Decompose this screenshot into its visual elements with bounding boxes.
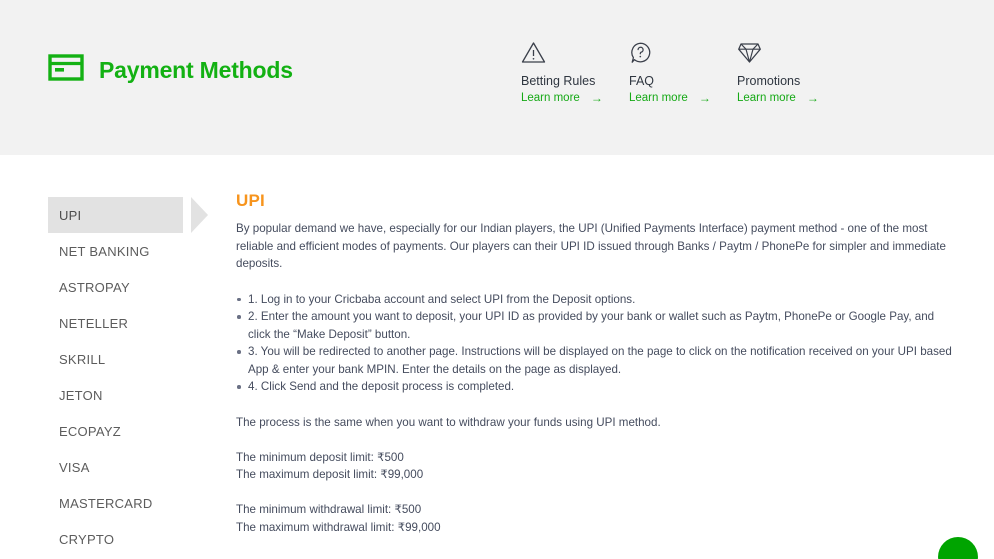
- payment-methods-sidebar: UPI NET BANKING ASTROPAY NETELLER SKRILL JETO…: [48, 197, 183, 557]
- sidebar-item-label: MASTERCARD: [59, 495, 153, 511]
- sidebar-item-label: ASTROPAY: [59, 279, 130, 295]
- page-title: Payment Methods: [99, 56, 293, 83]
- arrow-right-icon: →: [590, 91, 603, 105]
- sidebar-item-skrill[interactable]: SKRILL: [48, 341, 183, 377]
- content-title: UPI: [236, 191, 265, 210]
- limit-line: The maximum deposit limit: ₹99,000: [236, 468, 424, 481]
- learn-more-text: Learn more: [737, 92, 796, 104]
- learn-more-text: Learn more: [521, 92, 580, 104]
- withdrawal-limits-block: The minimum withdrawal limit: ₹500 The ma…: [236, 501, 958, 536]
- sidebar-item-label: UPI: [59, 207, 82, 223]
- learn-more-link[interactable]: Learn more →: [737, 92, 857, 104]
- sidebar-item-mastercard[interactable]: MASTERCARD: [48, 485, 183, 521]
- learn-more-link[interactable]: Learn more →: [629, 92, 737, 104]
- sidebar-item-upi[interactable]: UPI: [48, 197, 183, 233]
- learn-more-text: Learn more: [629, 92, 688, 104]
- withdraw-note: The process is the same when you want to…: [236, 415, 661, 429]
- page-body: UPI NET BANKING ASTROPAY NETELLER SKRILL JETO…: [0, 155, 994, 559]
- sidebar-item-jeton[interactable]: JETON: [48, 377, 183, 413]
- credit-card-icon: [48, 54, 84, 86]
- warning-triangle-icon: [521, 41, 629, 65]
- quick-link-label: Promotions: [737, 74, 801, 88]
- limit-line: The maximum withdrawal limit: ₹99,000: [236, 520, 441, 534]
- deposit-limits-block: The minimum deposit limit: ₹500 The maxim…: [236, 449, 958, 484]
- sidebar-item-label: NET BANKING: [59, 243, 150, 259]
- arrow-right-icon: →: [806, 91, 819, 105]
- deposit-steps-list: 1. Log in to your Cricbaba account and s…: [236, 291, 958, 396]
- sidebar-item-label: CRYPTO: [59, 531, 115, 547]
- limit-line: The minimum withdrawal limit: ₹500: [236, 503, 422, 516]
- sidebar-item-label: SKRILL: [59, 351, 106, 367]
- content-intro: By popular demand we have, especially fo…: [236, 222, 946, 270]
- page-title-group: Payment Methods: [48, 54, 293, 86]
- deposit-step: 1. Log in to your Cricbaba account and s…: [236, 291, 958, 309]
- header-quick-links: Betting Rules Learn more → FAQ Learn mor…: [521, 41, 857, 104]
- learn-more-link[interactable]: Learn more →: [521, 92, 629, 104]
- chat-support-button[interactable]: [938, 537, 978, 559]
- diamond-icon: [737, 41, 857, 65]
- deposit-step: 2. Enter the amount you want to deposit,…: [236, 308, 958, 343]
- arrow-right-icon: →: [698, 91, 711, 105]
- quick-link-label: Betting Rules: [521, 74, 596, 88]
- sidebar-item-astropay[interactable]: ASTROPAY: [48, 269, 183, 305]
- sidebar-item-net-banking[interactable]: NET BANKING: [48, 233, 183, 269]
- page-header: Payment Methods Betting Rules Learn more…: [0, 0, 994, 155]
- sidebar-item-label: ECOPAYZ: [59, 423, 121, 439]
- quick-link-promotions[interactable]: Promotions Learn more →: [737, 41, 857, 104]
- deposit-step: 3. You will be redirected to another pag…: [236, 343, 958, 378]
- limit-line: The minimum deposit limit: ₹500: [236, 450, 404, 464]
- quick-link-faq[interactable]: FAQ Learn more →: [629, 41, 737, 104]
- sidebar-item-label: VISA: [59, 459, 90, 475]
- sidebar-item-crypto[interactable]: CRYPTO: [48, 521, 183, 557]
- quick-link-label: FAQ: [629, 74, 655, 88]
- sidebar-item-neteller[interactable]: NETELLER: [48, 305, 183, 341]
- payment-method-details: UPI By popular demand we have, especiall…: [236, 191, 958, 536]
- sidebar-item-visa[interactable]: VISA: [48, 449, 183, 485]
- sidebar-item-label: JETON: [59, 387, 103, 403]
- deposit-step: 4. Click Send and the deposit process is…: [236, 378, 958, 396]
- question-bubble-icon: [629, 41, 737, 65]
- sidebar-item-label: NETELLER: [59, 315, 129, 331]
- quick-link-betting-rules[interactable]: Betting Rules Learn more →: [521, 41, 629, 104]
- sidebar-item-ecopayz[interactable]: ECOPAYZ: [48, 413, 183, 449]
